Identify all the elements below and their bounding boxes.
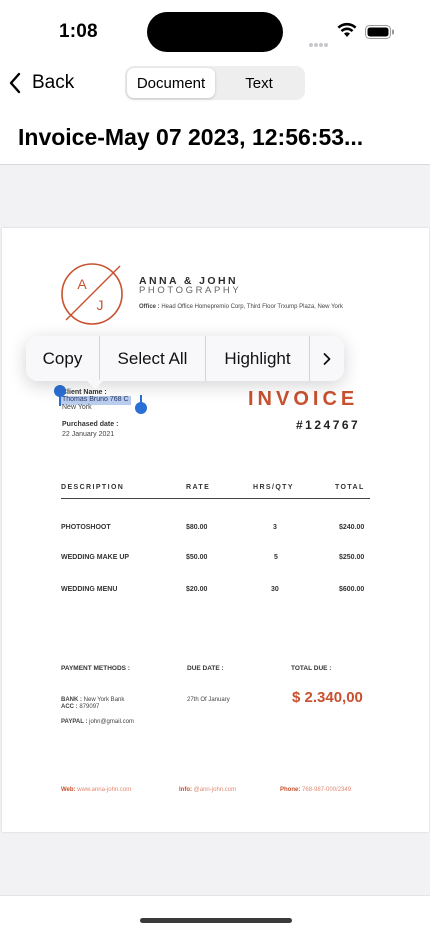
invoice-number: #124767	[296, 418, 361, 432]
acc-value: 879097	[79, 704, 100, 710]
selection-start-handle[interactable]	[54, 385, 66, 397]
copy-menu-item[interactable]: Copy	[26, 336, 100, 381]
more-menu-button[interactable]	[310, 336, 344, 381]
row-1-qty: 3	[273, 524, 277, 531]
row-1-total: $240.00	[339, 524, 365, 531]
cellular-signal-icon	[309, 34, 331, 47]
bottom-bar	[0, 895, 430, 932]
contact-info-value: @ann-john.com	[193, 787, 237, 793]
back-button[interactable]: Back	[8, 69, 74, 97]
due-date-label: DUE DATE :	[187, 665, 224, 672]
due-date-value: 27th Of January	[187, 697, 230, 703]
row-2-description: WEDDING MAKE UP	[61, 554, 130, 561]
acc-label: ACC :	[61, 704, 78, 710]
office-text: Head Office Homepremio Corp, Third Floor…	[161, 304, 343, 310]
segment-document[interactable]: Document	[127, 68, 215, 98]
contact-info-label: Info:	[179, 787, 192, 793]
chevron-right-icon	[323, 352, 331, 365]
purchased-date-label: Purchased date :	[62, 421, 119, 428]
client-name-label: Client Name :	[62, 389, 107, 396]
brand-subtitle: PHOTOGRAPHY	[139, 285, 242, 296]
dynamic-island	[147, 12, 283, 52]
contact-phone-label: Phone:	[280, 787, 301, 793]
bank-value: New York Bank	[83, 697, 125, 703]
client-city: New York	[62, 404, 92, 411]
paypal-value: john@gmail.com	[89, 719, 134, 725]
wifi-icon	[337, 22, 357, 37]
row-3-description: WEDDING MENU	[61, 586, 118, 593]
view-mode-segmented-control: Document Text	[125, 66, 305, 100]
brand-logo: A J	[61, 263, 123, 325]
purchased-date-value: 22 January 2021	[62, 431, 115, 438]
logo-letter-a: A	[77, 276, 87, 292]
menu-pointer-arrow	[86, 380, 104, 389]
contact-phone: Phone: 768-987-000/2349	[280, 787, 351, 793]
selection-end-handle[interactable]	[135, 402, 147, 414]
text-selection-menu: Copy Select All Highlight	[26, 336, 344, 381]
battery-icon	[365, 25, 394, 39]
row-2-total: $250.00	[339, 554, 365, 561]
logo-letter-j: J	[97, 297, 104, 313]
invoice-document[interactable]: A J ANNA & JOHN PHOTOGRAPHY Office : Hea…	[2, 228, 429, 832]
segment-text[interactable]: Text	[215, 68, 303, 98]
row-3-rate: $20.00	[186, 586, 208, 593]
row-1-description: PHOTOSHOOT	[61, 524, 111, 531]
column-header-qty: HRS/QTY	[253, 484, 294, 491]
office-label: Office :	[139, 304, 160, 310]
page-title: Invoice-May 07 2023, 12:56:53...	[18, 124, 364, 150]
contact-phone-value: 768-987-000/2349	[302, 787, 352, 793]
total-due-label: TOTAL DUE :	[291, 665, 332, 672]
row-2-qty: 5	[274, 554, 278, 561]
column-header-total: TOTAL	[335, 484, 365, 491]
select-all-menu-item[interactable]: Select All	[100, 336, 206, 381]
payment-methods-label: PAYMENT METHODS :	[61, 665, 130, 672]
contact-info: Info: @ann-john.com	[179, 787, 236, 793]
highlight-menu-item[interactable]: Highlight	[206, 336, 310, 381]
navigation-bar: Back Document Text	[0, 60, 430, 106]
table-header-rule	[61, 498, 370, 499]
contact-web-value: www.anna-john.com	[77, 787, 132, 793]
paypal-label: PAYPAL :	[61, 719, 88, 725]
row-3-total: $600.00	[339, 586, 365, 593]
paypal-line: PAYPAL : john@gmail.com	[61, 719, 134, 725]
back-label: Back	[32, 72, 75, 93]
row-3-qty: 30	[271, 586, 279, 593]
row-1-rate: $80.00	[186, 524, 208, 531]
office-address: Office : Head Office Homepremio Corp, Th…	[139, 304, 343, 310]
column-header-description: DESCRIPTION	[61, 484, 125, 491]
bank-line: BANK : New York Bank	[61, 697, 124, 703]
contact-web: Web: www.anna-john.com	[61, 787, 131, 793]
home-indicator[interactable]	[140, 918, 292, 923]
total-due-value: $ 2.340,00	[292, 689, 363, 706]
status-bar: 1:08	[0, 0, 430, 58]
contact-web-label: Web:	[61, 787, 76, 793]
bank-label: BANK :	[61, 697, 82, 703]
status-time: 1:08	[59, 21, 98, 42]
row-2-rate: $50.00	[186, 554, 208, 561]
invoice-title: INVOICE	[248, 388, 359, 410]
chevron-left-icon	[9, 72, 21, 94]
column-header-rate: RATE	[186, 484, 211, 491]
acc-line: ACC : 879097	[61, 704, 99, 710]
